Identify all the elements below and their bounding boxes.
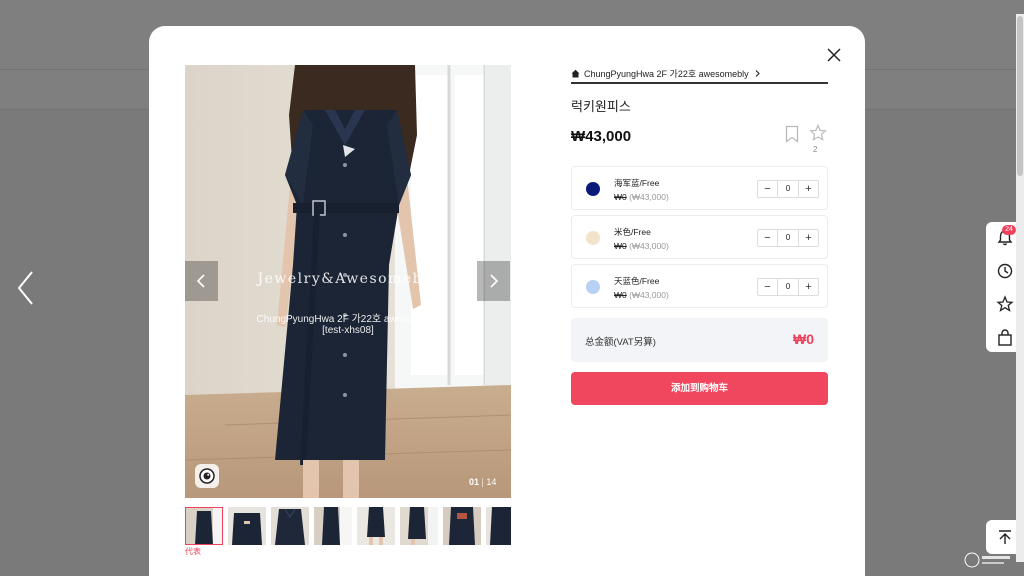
thumbnail-5[interactable] [357, 507, 395, 545]
quantity-input[interactable] [778, 181, 798, 197]
increase-button[interactable]: + [798, 230, 818, 246]
image-search-button[interactable] [195, 464, 219, 488]
product-quick-view-modal: Jewelry&Awesomebly ChungPyungHwa 2F 가22호… [149, 26, 865, 576]
store-name: ChungPyungHwa 2F 가22호 awesomebly [584, 68, 749, 79]
option-original-price: (₩43,000) [629, 192, 669, 202]
total-value: ₩0 [793, 331, 814, 347]
option-row: 米色/Free ₩0 (₩43,000) − + [571, 215, 828, 259]
option-original-price: (₩43,000) [629, 241, 669, 251]
thumbnail-2[interactable] [228, 507, 266, 545]
thumbnail-strip [185, 507, 511, 547]
color-swatch [586, 280, 600, 294]
shopping-bag-icon[interactable] [995, 328, 1015, 348]
color-swatch [586, 182, 600, 196]
thumbnail-6[interactable] [400, 507, 438, 545]
quantity-input[interactable] [778, 230, 798, 246]
favorite-star-icon[interactable] [809, 123, 827, 142]
image-watermark-code: [test-xhs08] [322, 325, 374, 336]
option-name: 海军蓝/Free [614, 178, 660, 188]
main-product-image: Jewelry&Awesomebly ChungPyungHwa 2F 가22호… [185, 65, 511, 498]
option-price-value: ₩0 [614, 241, 627, 251]
bookmark-icon[interactable] [784, 125, 800, 143]
chevron-right-icon [755, 69, 760, 77]
option-price: ₩0 (₩43,000) [614, 192, 669, 202]
option-price: ₩0 (₩43,000) [614, 290, 669, 300]
add-to-cart-button[interactable]: 添加到购物车 [571, 372, 828, 405]
chevron-left-icon [196, 274, 205, 288]
arrow-up-icon [999, 530, 1011, 544]
image-counter-current: 01 [469, 477, 480, 487]
thumbnail-caption: 代表 [185, 547, 201, 556]
favorite-count: 2 [813, 145, 818, 154]
total-label: 总金额(VAT另算) [585, 337, 656, 348]
notification-badge: 24 [1002, 225, 1016, 235]
option-row: 海军蓝/Free ₩0 (₩43,000) − + [571, 166, 828, 210]
thumbnail-3[interactable] [271, 507, 309, 545]
product-price: ₩43,000 [571, 128, 632, 145]
quantity-stepper: − + [757, 180, 819, 198]
quantity-stepper: − + [757, 278, 819, 296]
option-name: 天蓝色/Free [614, 276, 660, 286]
corner-watermark-logo [962, 548, 1014, 572]
quantity-stepper: − + [757, 229, 819, 247]
option-price: ₩0 (₩43,000) [614, 241, 669, 251]
camera-lens-icon [199, 468, 215, 484]
increase-button[interactable]: + [798, 279, 818, 295]
option-price-value: ₩0 [614, 192, 627, 202]
increase-button[interactable]: + [798, 181, 818, 197]
image-counter-separator: | [481, 477, 484, 487]
prev-product-arrow-icon[interactable] [14, 268, 38, 308]
image-prev-button[interactable] [185, 261, 218, 301]
image-watermark-store: ChungPyungHwa 2F 가22호 awesomebly [256, 314, 440, 325]
home-icon [571, 69, 580, 77]
option-original-price: (₩43,000) [629, 290, 669, 300]
decrease-button[interactable]: − [758, 181, 778, 197]
color-swatch [586, 231, 600, 245]
image-counter: 01 | 14 [469, 477, 496, 487]
thumbnail-8[interactable] [486, 507, 511, 545]
store-link[interactable]: ChungPyungHwa 2F 가22호 awesomebly [571, 66, 762, 80]
next-product-arrow-icon[interactable] [986, 268, 1010, 308]
option-name: 米色/Free [614, 227, 651, 237]
close-icon[interactable] [825, 46, 843, 64]
scrollbar-thumb[interactable] [1017, 16, 1023, 176]
image-next-button[interactable] [477, 261, 510, 301]
thumbnail-1[interactable] [185, 507, 223, 545]
image-watermark-title: Jewelry&Awesomebly [257, 271, 439, 287]
decrease-button[interactable]: − [758, 230, 778, 246]
image-counter-total: 14 [486, 477, 497, 487]
option-row: 天蓝色/Free ₩0 (₩43,000) − + [571, 264, 828, 308]
thumbnail-7[interactable] [443, 507, 481, 545]
option-price-value: ₩0 [614, 290, 627, 300]
total-amount-box: 总金额(VAT另算) ₩0 [571, 318, 828, 362]
product-title: 럭키원피스 [571, 99, 631, 114]
chevron-right-icon [490, 274, 499, 288]
decrease-button[interactable]: − [758, 279, 778, 295]
quantity-input[interactable] [778, 279, 798, 295]
store-divider [571, 82, 828, 84]
thumbnail-4[interactable] [314, 507, 352, 545]
